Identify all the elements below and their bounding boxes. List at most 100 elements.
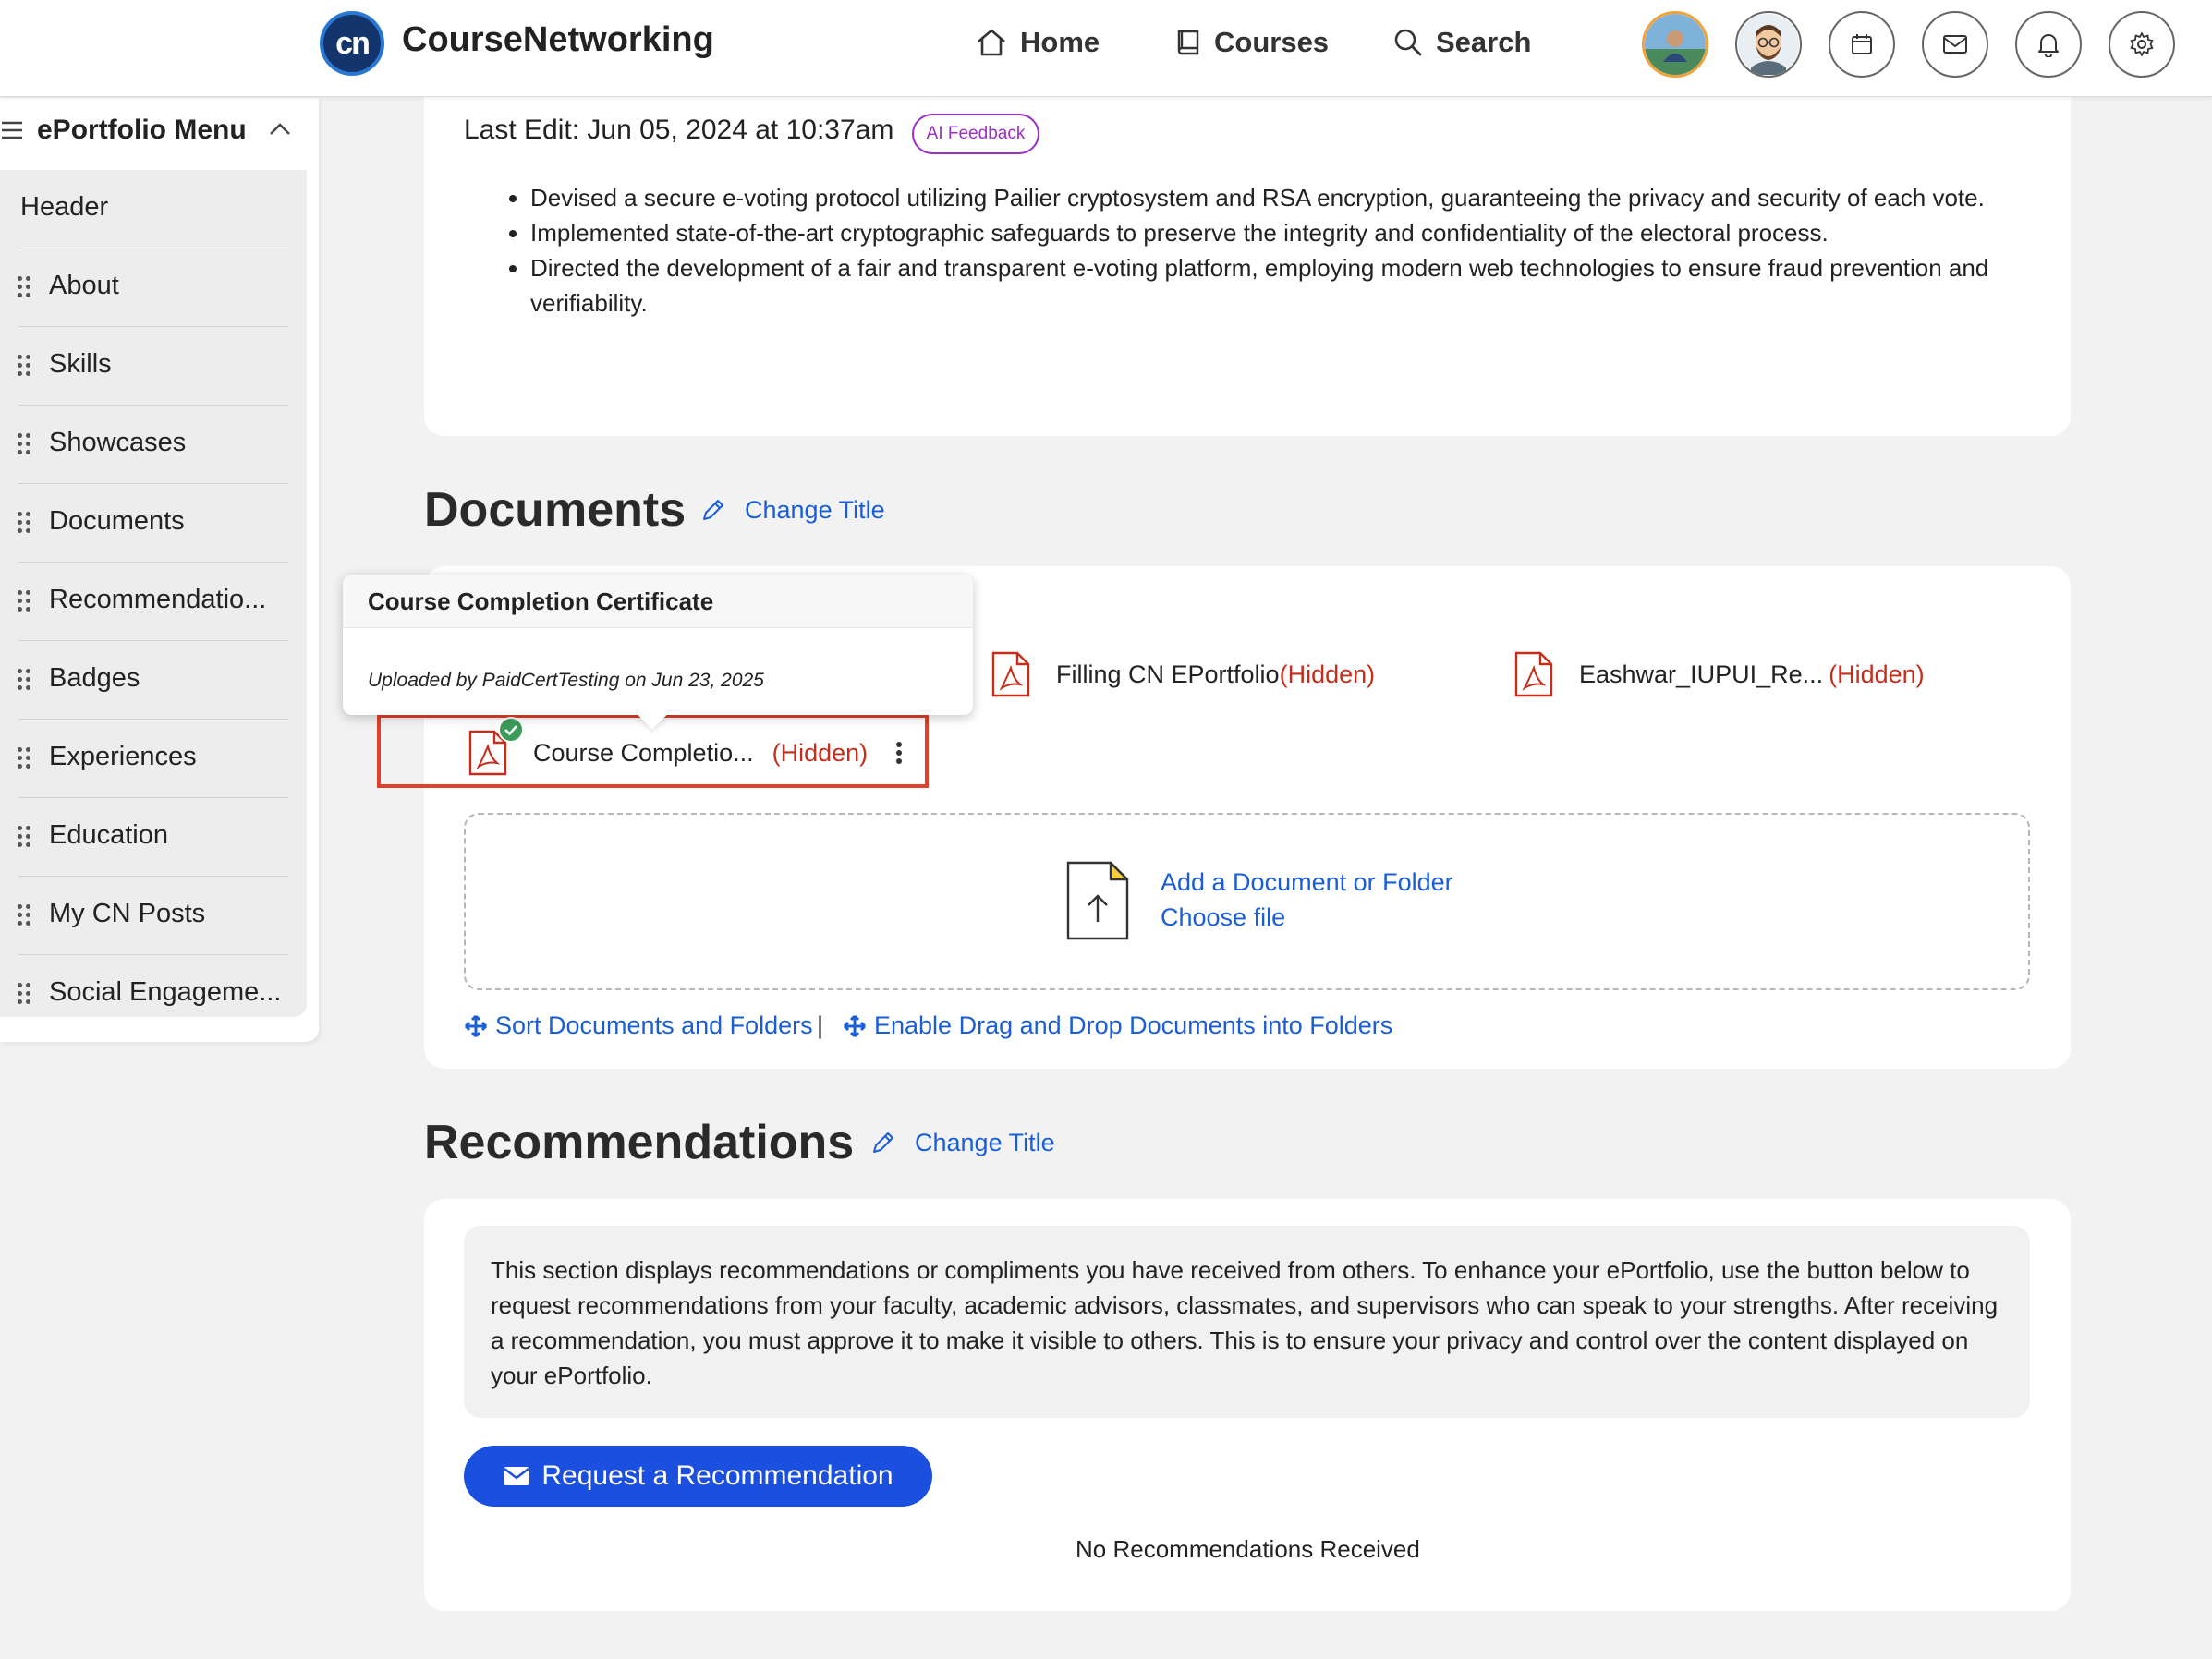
menu-item-label: Recommendatio...	[49, 585, 267, 614]
book-icon	[1175, 28, 1201, 57]
hidden-status: (Hidden)	[1829, 660, 1925, 688]
move-arrows-icon	[464, 1014, 488, 1038]
nav-courses-label: Courses	[1214, 26, 1330, 58]
pdf-icon	[991, 651, 1030, 697]
last-edit-text: Last Edit: Jun 05, 2024 at 10:37am	[464, 115, 894, 145]
nav-courses[interactable]: Courses	[1175, 26, 1329, 59]
menu-item-experiences[interactable]: Experiences	[0, 720, 288, 798]
menu-item-my-cn-posts[interactable]: My CN Posts	[0, 877, 288, 955]
chevron-up-icon[interactable]	[268, 122, 292, 137]
calendar-icon	[1850, 32, 1874, 56]
brand-name[interactable]: CourseNetworking	[402, 20, 714, 60]
pencil-icon[interactable]	[700, 497, 726, 523]
coursenetworking-logo[interactable]: cn	[320, 11, 384, 76]
bullet-item: Directed the development of a fair and t…	[530, 250, 2027, 321]
drag-handle-icon[interactable]	[18, 276, 32, 298]
drag-handle-icon[interactable]	[18, 669, 32, 691]
profile-avatar[interactable]	[1735, 11, 1802, 78]
settings-button[interactable]	[2109, 11, 2175, 78]
recommendations-change-title-link[interactable]: Change Title	[915, 1129, 1055, 1157]
menu-item-label: Skills	[49, 349, 112, 379]
nav-home[interactable]: Home	[976, 26, 1100, 59]
menu-item-label: Header	[20, 192, 109, 222]
menu-item-showcases[interactable]: Showcases	[0, 406, 288, 484]
drag-handle-icon[interactable]	[18, 904, 32, 926]
request-recommendation-button[interactable]: Request a Recommendation	[464, 1446, 932, 1507]
menu-item-skills[interactable]: Skills	[0, 327, 288, 406]
bullet-item: Implemented state-of-the-art cryptograph…	[530, 215, 2027, 250]
user-avatar[interactable]	[1642, 11, 1708, 78]
pdf-icon	[468, 717, 524, 776]
drag-handle-icon[interactable]	[18, 747, 32, 769]
eportfolio-menu-title: ePortfolio Menu	[37, 115, 247, 145]
no-recommendations-text: No Recommendations Received	[1076, 1535, 1420, 1563]
menu-item-social-engagement[interactable]: Social Engageme...	[0, 955, 288, 1017]
menu-item-label: Experiences	[49, 742, 197, 771]
gear-icon	[2129, 31, 2155, 57]
drag-handle-icon[interactable]	[18, 590, 32, 612]
menu-item-label: Showcases	[49, 428, 187, 457]
hamburger-icon	[0, 120, 24, 140]
file-upload-icon[interactable]	[1066, 861, 1129, 940]
recommendations-heading: Recommendations	[424, 1116, 855, 1169]
home-icon	[976, 28, 1007, 57]
menu-item-recommendations[interactable]: Recommendatio...	[0, 563, 288, 641]
menu-item-label: Badges	[49, 663, 140, 693]
sort-documents-label: Sort Documents and Folders	[495, 1011, 813, 1039]
documents-change-title-link[interactable]: Change Title	[745, 496, 885, 525]
sort-documents-link[interactable]: Sort Documents and Folders	[464, 1011, 813, 1040]
calendar-button[interactable]	[1829, 11, 1895, 78]
drag-handle-icon[interactable]	[18, 512, 32, 534]
top-navbar: cn CourseNetworking Home Courses Search	[0, 0, 2212, 97]
tooltip-upload-info: Uploaded by PaidCertTesting on Jun 23, 2…	[368, 670, 764, 691]
choose-file-button[interactable]: Choose file	[1161, 903, 1285, 932]
drag-handle-icon[interactable]	[18, 983, 32, 1005]
menu-item-about[interactable]: About	[0, 248, 288, 327]
messages-button[interactable]	[1922, 11, 1988, 78]
documents-heading: Documents	[424, 483, 687, 537]
menu-item-header[interactable]: Header	[0, 170, 288, 248]
request-recommendation-label: Request a Recommendation	[541, 1460, 893, 1491]
menu-item-label: Education	[49, 820, 168, 850]
eportfolio-menu-list: Header About Skills Showcases Documents …	[0, 170, 307, 1017]
more-vertical-icon[interactable]	[895, 741, 903, 765]
nav-search-label: Search	[1436, 26, 1532, 58]
menu-item-education[interactable]: Education	[0, 798, 288, 877]
nav-home-label: Home	[1020, 26, 1100, 58]
enable-drag-drop-label: Enable Drag and Drop Documents into Fold…	[874, 1011, 1393, 1039]
action-separator: |	[817, 1011, 824, 1039]
drag-handle-icon[interactable]	[18, 433, 32, 455]
menu-item-badges[interactable]: Badges	[0, 641, 288, 720]
document-name: Filling CN EPortfolio	[1056, 660, 1280, 688]
add-document-link[interactable]: Add a Document or Folder	[1161, 868, 1453, 897]
nav-search[interactable]: Search	[1393, 26, 1531, 59]
menu-item-label: My CN Posts	[49, 899, 206, 928]
tooltip-title: Course Completion Certificate	[368, 587, 714, 615]
menu-item-documents[interactable]: Documents	[0, 484, 288, 563]
menu-item-label: About	[49, 271, 119, 300]
search-icon	[1393, 28, 1423, 57]
pencil-icon[interactable]	[870, 1130, 896, 1156]
upload-dropzone[interactable]	[464, 813, 2030, 990]
mail-icon	[1942, 33, 1968, 55]
recommendations-info-text: This section displays recommendations or…	[491, 1256, 1999, 1389]
envelope-icon	[503, 1465, 530, 1487]
enable-drag-drop-link[interactable]: Enable Drag and Drop Documents into Fold…	[843, 1011, 1392, 1040]
menu-item-label: Documents	[49, 506, 185, 536]
project-bullets: Devised a secure e-voting protocol utili…	[530, 180, 2027, 321]
hidden-status: (Hidden)	[1279, 660, 1376, 688]
bullet-item: Devised a secure e-voting protocol utili…	[530, 180, 2027, 215]
hidden-status: (Hidden)	[772, 738, 869, 767]
document-name: Eashwar_IUPUI_Re...	[1579, 660, 1824, 688]
ai-feedback-button[interactable]: AI Feedback	[912, 114, 1039, 154]
drag-handle-icon[interactable]	[18, 355, 32, 377]
pdf-icon	[1514, 651, 1553, 697]
drag-handle-icon[interactable]	[18, 826, 32, 848]
document-item[interactable]: Filling CN EPortfolio (Hidden)	[991, 651, 1375, 697]
document-item[interactable]: Eashwar_IUPUI_Re... (Hidden)	[1514, 651, 1925, 697]
verified-check-icon	[498, 717, 524, 743]
document-name: Course Completio...	[533, 738, 754, 767]
notifications-button[interactable]	[2015, 11, 2082, 78]
bell-icon	[2036, 31, 2060, 57]
document-item[interactable]: Course Completio... (Hidden)	[468, 717, 903, 776]
